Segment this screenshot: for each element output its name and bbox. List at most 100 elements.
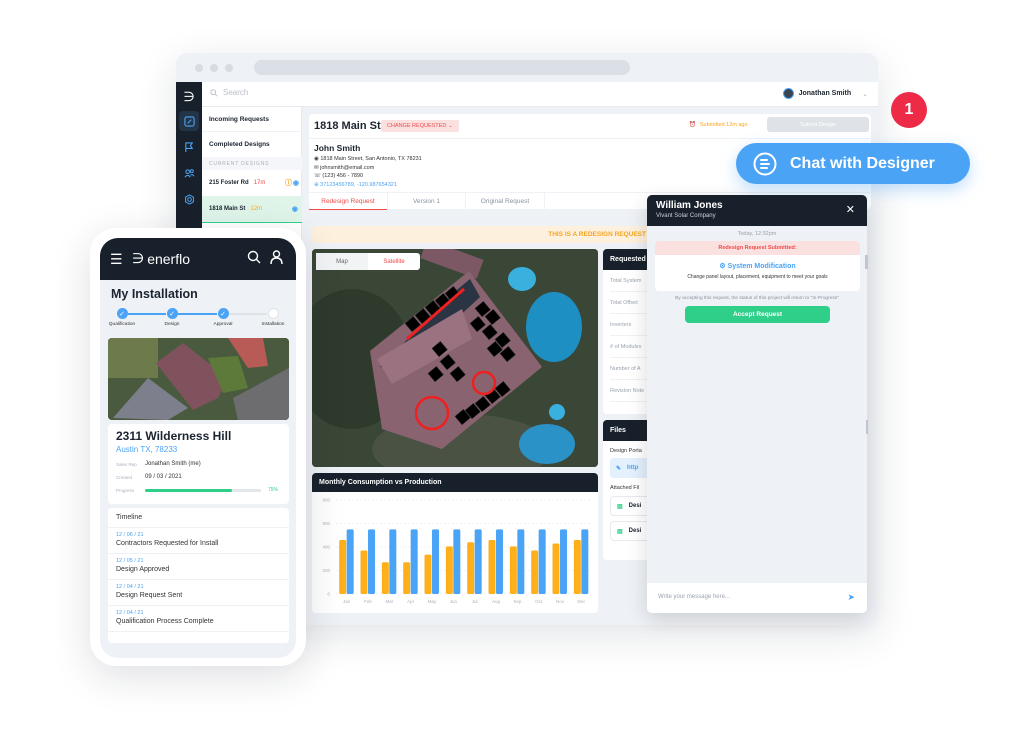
phone-screen: ☰ ∋ enerflo My Installation ✓ Qualificatio…: [100, 238, 296, 658]
message-input[interactable]: Write your message here...: [658, 594, 730, 600]
chevron-down-icon: ⌄: [448, 123, 453, 129]
bar-production-apr: [410, 529, 418, 594]
timeline-list: 12 / 06 / 21 Contractors Requested for In…: [108, 528, 289, 632]
users-icon[interactable]: [179, 163, 199, 183]
step-label: Installation: [261, 322, 285, 327]
bar-consumption-apr: [403, 562, 411, 594]
bar-consumption-aug: [488, 539, 496, 594]
progress-stepper: ✓ Qualification ✓ Design ✓ Approval Installati…: [100, 308, 296, 332]
timeline-event: Contractors Requested for Install: [116, 540, 219, 547]
tab-original-request[interactable]: Original Request: [465, 193, 545, 210]
design-age: 12m: [250, 206, 263, 212]
chat-with-designer-button[interactable]: Chat with Designer: [736, 143, 970, 184]
designer-name: William Jones: [656, 200, 723, 211]
timeline-event: Qualification Process Complete: [116, 618, 214, 625]
bar-chart: 0 200 400 600 800 Jan Feb Mar Apr May Jun Jul Aug Sep…: [322, 498, 592, 604]
settings-icon[interactable]: [179, 189, 199, 209]
chevron-down-icon: ⌄: [862, 90, 868, 98]
step-complete-icon: ✓: [166, 308, 178, 319]
x-tick-label: Aug: [492, 599, 501, 604]
tab-redesign-request[interactable]: Redesign Request: [309, 193, 387, 210]
enerflo-logo-icon: ∋: [132, 250, 145, 266]
x-tick-label: Apr: [407, 599, 415, 604]
chart-card: Monthly Consumption vs Production 0 200 40…: [312, 473, 598, 613]
y-tick-label: 800: [322, 498, 330, 503]
x-tick-label: Jan: [343, 599, 351, 604]
address: 1818 Main Street, San Antonio, TX 78231: [320, 156, 422, 162]
progress-fill: [145, 489, 232, 492]
customer-details: ◉ 1818 Main Street, San Antonio, TX 7823…: [314, 155, 422, 190]
user-icon[interactable]: [270, 250, 283, 269]
progress-percent: 75%: [268, 487, 279, 493]
hamburger-menu-icon[interactable]: ☰: [110, 251, 123, 268]
bar-production-mar: [389, 529, 397, 594]
url-bar[interactable]: [254, 60, 630, 75]
accept-request-button[interactable]: Accept Request: [685, 306, 830, 323]
coords-row[interactable]: ⊕ 37123456789, -120.987654321: [314, 181, 422, 190]
timeline-card: Timeline 12 / 06 / 21 Contractors Request…: [108, 508, 289, 643]
tab-version-1[interactable]: Version 1: [387, 193, 465, 210]
notification-badge[interactable]: 1: [891, 92, 927, 128]
incoming-requests-link[interactable]: Incoming Requests: [202, 107, 302, 132]
house-photo: [108, 338, 289, 420]
incoming-label: Incoming Requests: [209, 115, 269, 123]
user-menu[interactable]: Jonathan Smith ⌄: [782, 88, 868, 99]
completed-designs-link[interactable]: Completed Designs: [202, 132, 302, 157]
bar-consumption-mar: [381, 562, 389, 594]
message-composer: Write your message here... ➤: [647, 583, 867, 613]
bar-consumption-sep: [509, 546, 517, 594]
edit-icon: ✎: [616, 465, 622, 472]
status-dropdown[interactable]: CHANGE REQUESTED ⌄: [381, 120, 459, 132]
installation-card: 2311 Wilderness Hill Austin TX, 78233 Sa…: [108, 424, 289, 504]
user-name: Jonathan Smith: [798, 90, 852, 97]
timeline-title: Timeline: [108, 508, 289, 528]
send-icon[interactable]: ➤: [847, 592, 855, 603]
submit-design-button[interactable]: Submit Design: [767, 117, 869, 132]
design-item-active[interactable]: 1818 Main St 12m ◉: [202, 196, 302, 223]
bar-consumption-dec: [573, 539, 581, 594]
chat-header: William Jones Vivant Solar Company ✕: [647, 195, 867, 226]
document-icon: ▤: [617, 503, 623, 510]
x-tick-label: Sep: [513, 599, 522, 604]
designer-company: Vivant Solar Company: [656, 213, 716, 219]
bar-production-feb: [368, 529, 375, 594]
step-complete-icon: ✓: [116, 308, 128, 319]
timeline-event: Design Request Sent: [116, 592, 183, 599]
bar-consumption-may: [424, 554, 432, 594]
brand-logo: ∋ enerflo: [132, 250, 190, 267]
chart-title: Monthly Consumption vs Production: [312, 473, 598, 492]
phone-mockup: ☰ ∋ enerflo My Installation ✓ Qualificatio…: [90, 228, 306, 666]
attached-files-label: Attached Fil: [610, 485, 640, 491]
browser-titlebar: [176, 53, 878, 82]
bar-production-may: [432, 529, 439, 594]
gear-icon: ⚙: [719, 263, 726, 270]
sales-rep-label: Sales Rep: [116, 462, 137, 467]
bar-production-jul: [474, 529, 482, 594]
close-icon[interactable]: ✕: [846, 203, 855, 216]
step-label: Design: [164, 322, 180, 327]
timeline-date: 12 / 06 / 21: [116, 532, 144, 538]
search-input[interactable]: Search: [210, 88, 248, 97]
bar-consumption-oct: [531, 550, 539, 594]
status-note: By accepting this request, the status of…: [675, 296, 839, 301]
timeline-item: 12 / 06 / 21 Contractors Requested for In…: [108, 528, 289, 554]
flag-icon[interactable]: [179, 137, 199, 157]
request-description: Change panel layout, placement, equipmen…: [687, 274, 828, 280]
y-tick-label: 400: [322, 545, 330, 550]
status-label: CHANGE REQUESTED: [387, 123, 447, 129]
created-label: Created: [116, 475, 133, 480]
chat-timestamp: Today, 12:32pm: [737, 231, 777, 237]
satellite-button[interactable]: Satellite: [368, 253, 420, 270]
section-label: CURRENT DESIGNS: [202, 157, 302, 170]
search-icon[interactable]: [247, 250, 261, 269]
chat-button-label: Chat with Designer: [790, 154, 935, 172]
eye-icon: ◉: [291, 206, 298, 213]
page-scrollbar[interactable]: [866, 420, 868, 434]
page-scrollbar[interactable]: [866, 255, 868, 269]
satellite-map[interactable]: Map Satellite: [312, 249, 598, 467]
edit-icon[interactable]: [179, 111, 199, 131]
timeline-date: 12 / 04 / 21: [116, 610, 144, 616]
map-button[interactable]: Map: [316, 253, 368, 270]
coordinates-link[interactable]: 37123456789, -120.987654321: [320, 182, 397, 188]
design-item[interactable]: 215 Foster Rd 17m ⓘ ◉: [202, 170, 302, 196]
